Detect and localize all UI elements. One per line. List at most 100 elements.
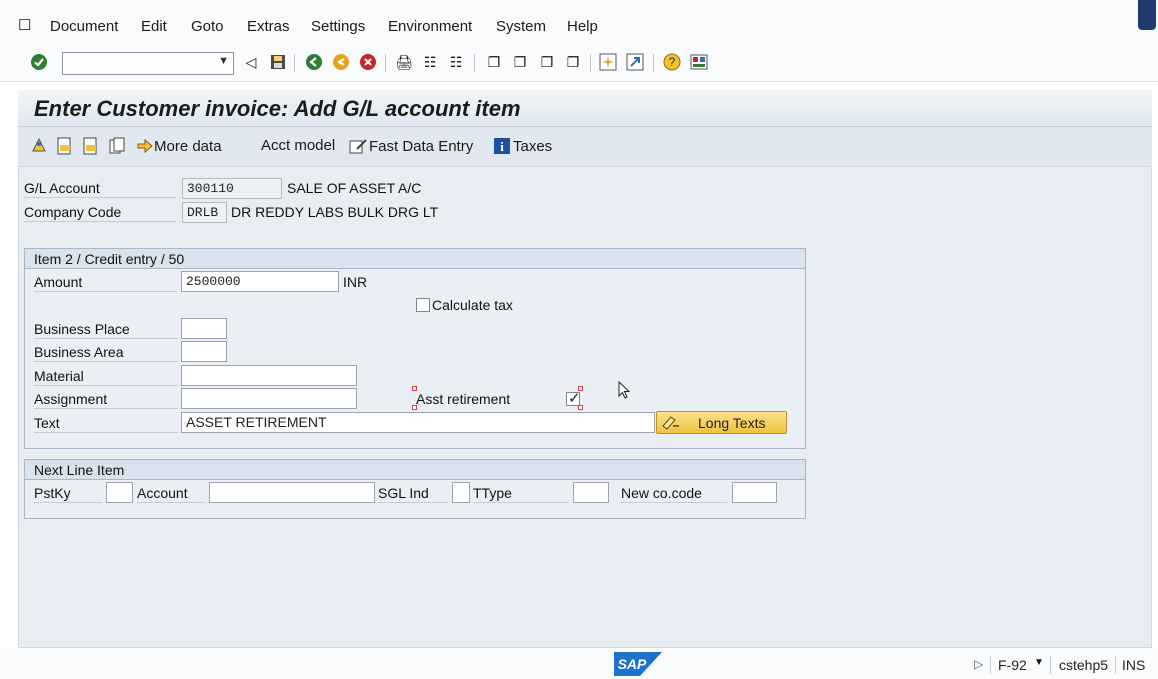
more-data-label: More data	[154, 137, 222, 155]
cancel-icon[interactable]	[359, 53, 377, 71]
assignment-field[interactable]	[181, 388, 357, 409]
shortcut-icon[interactable]	[626, 53, 644, 71]
menu-system[interactable]: System	[496, 18, 546, 35]
menu-environment[interactable]: Environment	[388, 18, 472, 35]
mouse-cursor-icon	[618, 380, 632, 404]
sap-logo: SAP	[614, 652, 662, 679]
calculate-tax-checkbox[interactable]	[416, 298, 430, 312]
selection-handle	[578, 386, 583, 391]
back-green-icon[interactable]	[305, 53, 323, 71]
long-texts-button[interactable]: Long Texts	[656, 411, 787, 434]
application-toolbar: More data Acct model Fast Data Entry i T…	[18, 127, 1152, 167]
taxes-button[interactable]: i Taxes	[493, 137, 552, 155]
new-co-code-field[interactable]	[732, 482, 777, 503]
asst-retirement-checkbox[interactable]: ✓	[566, 390, 581, 407]
help-icon[interactable]: ?	[663, 53, 681, 71]
assignment-label: Assignment	[34, 391, 178, 409]
ttype-field[interactable]	[573, 482, 609, 503]
business-area-label: Business Area	[34, 344, 178, 362]
status-expand-icon[interactable]: ▷	[974, 657, 983, 671]
next-page-icon[interactable]: ❐	[538, 53, 556, 71]
document-overview-icon[interactable]	[82, 137, 100, 155]
menu-settings[interactable]: Settings	[311, 18, 365, 35]
long-texts-label: Long Texts	[698, 415, 766, 431]
amount-label: Amount	[34, 274, 178, 292]
pstky-field[interactable]	[106, 482, 133, 503]
svg-text:?: ?	[669, 55, 676, 69]
window-menu-icon[interactable]: ☐	[18, 16, 31, 34]
status-bar: SAP ▷ F-92 ▼ cstehp5 INS	[0, 648, 1158, 679]
business-place-field[interactable]	[181, 318, 227, 339]
material-label: Material	[34, 368, 178, 386]
new-co-code-label: New co.code	[621, 485, 727, 503]
first-page-icon[interactable]: ❐	[485, 53, 503, 71]
text-field[interactable]: ASSET RETIREMENT	[181, 412, 655, 433]
menu-extras[interactable]: Extras	[247, 18, 290, 35]
svg-text:i: i	[500, 139, 504, 154]
tree-icon[interactable]	[30, 137, 48, 155]
selection-handle	[412, 386, 417, 391]
edit-pencil-icon	[349, 139, 367, 154]
pstky-label: PstKy	[34, 485, 102, 503]
selection-handle	[578, 405, 583, 410]
find-icon[interactable]: ☷	[421, 53, 439, 71]
next-line-item-header: Next Line Item	[25, 460, 805, 480]
save-icon[interactable]	[269, 53, 287, 71]
next-line-item-title: Next Line Item	[34, 462, 125, 478]
menu-edit[interactable]: Edit	[141, 18, 167, 35]
find-next-icon[interactable]: ☷	[447, 53, 465, 71]
exit-icon[interactable]	[332, 53, 350, 71]
company-code-field: DRLB	[182, 202, 227, 223]
back-arrow-icon[interactable]: ◁	[242, 53, 260, 71]
fast-data-entry-button[interactable]: Fast Data Entry	[349, 137, 473, 155]
menu-goto[interactable]: Goto	[191, 18, 224, 35]
insert-mode[interactable]: INS	[1122, 657, 1145, 673]
sgl-ind-field[interactable]	[452, 482, 470, 503]
amount-field[interactable]: 2500000	[181, 271, 339, 292]
currency-label: INR	[343, 274, 368, 290]
sgl-ind-label: SGL Ind	[378, 485, 448, 503]
item-group-header: Item 2 / Credit entry / 50	[25, 249, 805, 269]
acct-model-button[interactable]: Acct model	[261, 137, 335, 154]
window-corner-decoration	[1138, 0, 1156, 30]
transaction-dropdown-icon[interactable]: ▼	[1034, 657, 1044, 668]
customize-layout-icon[interactable]	[690, 53, 708, 71]
business-area-field[interactable]	[181, 341, 227, 362]
system-toolbar: ▼ ◁ 🖨 ☷ ☷ ❐ ❐ ❐ ❐ ?	[0, 44, 1158, 82]
previous-page-icon[interactable]: ❐	[511, 53, 529, 71]
gl-account-description: SALE OF ASSET A/C	[287, 180, 422, 196]
chevron-down-icon[interactable]: ▼	[218, 55, 229, 67]
ttype-label: TType	[473, 485, 569, 503]
sap-logo-text: SAP	[618, 656, 647, 672]
menu-help[interactable]: Help	[567, 18, 598, 35]
command-field[interactable]: ▼	[62, 52, 234, 75]
item-group-title: Item 2 / Credit entry / 50	[34, 251, 185, 267]
title-bar: Enter Customer invoice: Add G/L account …	[18, 90, 1152, 127]
taxes-label: Taxes	[513, 137, 553, 155]
last-page-icon[interactable]: ❐	[564, 53, 582, 71]
account-field[interactable]	[209, 482, 375, 503]
copy-icon[interactable]	[108, 137, 126, 155]
material-field[interactable]	[181, 365, 357, 386]
company-code-description: DR REDDY LABS BULK DRG LT	[231, 204, 439, 220]
menu-bar: ☐ Document Edit Goto Extras Settings Env…	[0, 0, 1158, 44]
menu-document[interactable]: Document	[50, 18, 118, 35]
fast-data-entry-label: Fast Data Entry	[369, 137, 474, 155]
selection-handle	[412, 405, 417, 410]
acct-model-label: Acct model	[261, 137, 336, 154]
asst-retirement-label: Asst retirement	[416, 391, 511, 407]
print-icon[interactable]: 🖨	[395, 53, 413, 71]
company-code-label: Company Code	[24, 204, 176, 222]
transaction-code[interactable]: F-92	[998, 657, 1027, 673]
calculate-tax-label: Calculate tax	[432, 297, 513, 313]
account-label: Account	[137, 485, 205, 503]
text-label: Text	[34, 415, 178, 433]
arrow-right-icon	[137, 138, 153, 154]
enter-checkmark-icon[interactable]	[30, 53, 48, 71]
more-data-button[interactable]: More data	[136, 137, 222, 155]
document-header-icon[interactable]	[56, 137, 74, 155]
new-session-icon[interactable]	[599, 53, 617, 71]
info-icon: i	[494, 138, 510, 154]
long-texts-icon	[661, 414, 681, 435]
page-title: Enter Customer invoice: Add G/L account …	[34, 96, 521, 121]
